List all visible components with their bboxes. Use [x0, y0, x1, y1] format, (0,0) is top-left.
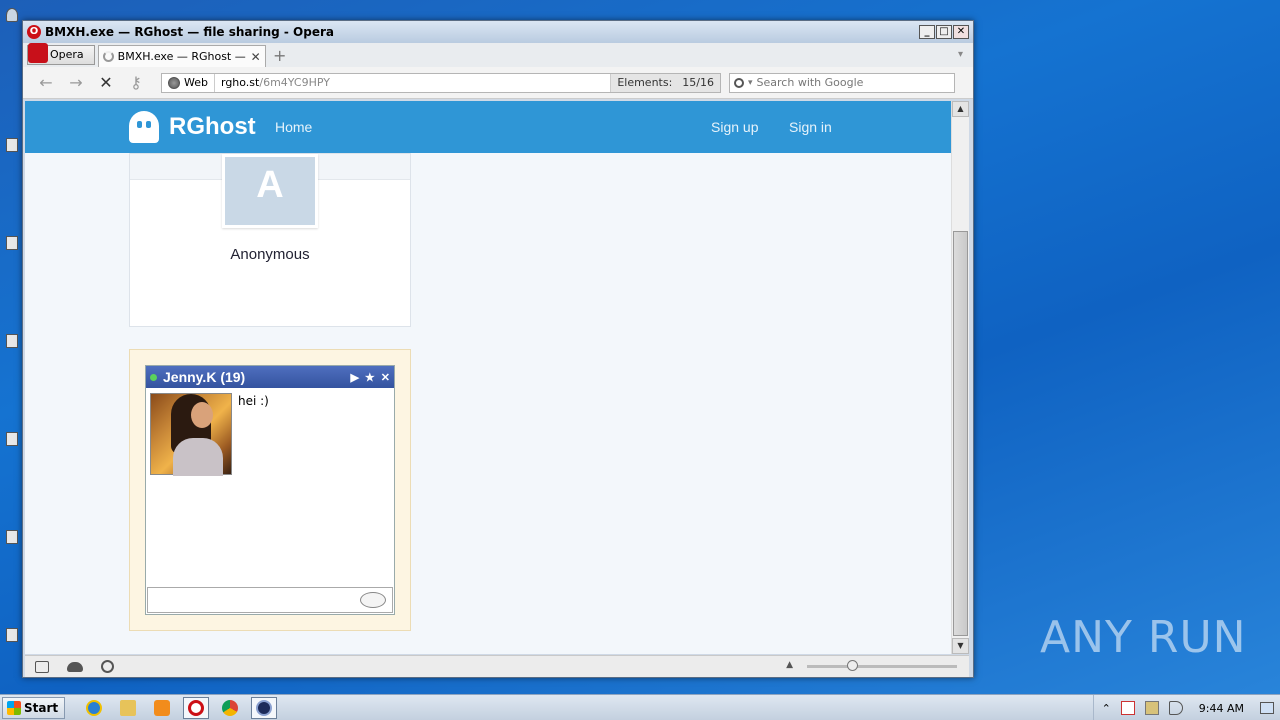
rghost-logo[interactable]: RGhost — [129, 111, 256, 143]
new-tab-button[interactable]: + — [270, 47, 290, 67]
tab-label: BMXH.exe — RGhost — f... — [117, 50, 247, 63]
chat-title: Jenny.K (19) — [163, 369, 246, 385]
close-icon[interactable]: ✕ — [381, 371, 390, 384]
scroll-thumb[interactable] — [953, 231, 968, 636]
elements-label: Elements: — [617, 76, 673, 89]
tab-menu-icon[interactable]: ▾ — [958, 49, 963, 60]
start-button[interactable]: Start — [2, 696, 66, 719]
zoom-slider-knob[interactable] — [847, 660, 858, 671]
taskbar-opera-icon[interactable] — [183, 696, 210, 719]
windows-flag-icon — [7, 700, 21, 715]
browser-window: O BMXH.exe — RGhost — file sharing - Ope… — [22, 20, 974, 678]
taskbar-app-icon[interactable] — [251, 696, 278, 719]
title-bar[interactable]: O BMXH.exe — RGhost — file sharing - Ope… — [23, 21, 973, 43]
opera-unite-cloud-icon[interactable] — [67, 661, 83, 672]
tray-network-icon[interactable] — [1144, 701, 1159, 715]
scroll-down-button[interactable]: ▼ — [952, 638, 969, 654]
uploader-name: Anonymous — [230, 246, 310, 263]
clock[interactable]: 9:44 AM — [1199, 702, 1244, 715]
photo-body — [173, 438, 223, 476]
url-text[interactable]: rgho.st/6m4YC9HPY — [215, 76, 610, 89]
taskbar-media-player-icon[interactable] — [149, 697, 175, 719]
address-bar[interactable]: Web rgho.st/6m4YC9HPY Elements: 15/16 — [161, 72, 721, 93]
opera-logo-icon: O — [27, 25, 41, 39]
opera-menu-label: Opera — [50, 48, 84, 61]
desktop-icon[interactable] — [6, 530, 22, 544]
search-icon — [734, 77, 744, 88]
uploader-card: A Anonymous — [129, 153, 411, 327]
back-button[interactable]: ← — [31, 73, 61, 92]
desktop-icon[interactable] — [6, 138, 22, 152]
zoom-menu-icon[interactable]: ▲ — [786, 660, 793, 670]
online-status-icon — [150, 373, 157, 381]
star-icon[interactable]: ★ — [365, 371, 375, 384]
taskbar-ie-icon[interactable] — [81, 697, 107, 719]
opera-badge-icon — [28, 43, 48, 63]
key-icon[interactable]: ⚷ — [121, 73, 151, 92]
logo-text: RGhost — [169, 113, 256, 140]
chat-message: hei :) — [238, 394, 269, 408]
panel-toggle-icon[interactable] — [35, 660, 49, 673]
navigation-toolbar: ← → ✕ ⚷ Web rgho.st/6m4YC9HPY Elements: … — [23, 67, 973, 99]
tab-close-icon[interactable]: ✕ — [251, 50, 261, 64]
window-title: BMXH.exe — RGhost — file sharing - Opera — [45, 25, 334, 39]
url-host: rgho.st — [220, 76, 260, 89]
elements-counter: Elements: 15/16 — [610, 73, 720, 92]
chat-widget[interactable]: Jenny.K (19) ▶ ★ ✕ hei :) — [145, 365, 395, 615]
site-info-button[interactable]: Web — [162, 73, 215, 92]
tab-active[interactable]: BMXH.exe — RGhost — f... ✕ — [97, 45, 266, 67]
search-placeholder: Search with Google — [756, 76, 864, 89]
chat-input[interactable] — [147, 587, 393, 613]
url-path: /6m4YC9HPY — [259, 76, 330, 89]
ghost-icon — [129, 111, 159, 143]
anyrun-watermark: ANY RUN — [1040, 612, 1247, 663]
chat-header[interactable]: Jenny.K (19) ▶ ★ ✕ — [146, 366, 394, 388]
desktop-icon[interactable] — [6, 628, 22, 642]
show-desktop-button[interactable] — [1260, 702, 1274, 714]
avatar: A — [222, 154, 318, 228]
scroll-up-button[interactable]: ▲ — [952, 101, 969, 117]
close-button[interactable]: ✕ — [953, 25, 969, 39]
taskbar-explorer-icon[interactable] — [115, 697, 141, 719]
desktop-icon[interactable] — [6, 334, 22, 348]
search-bar[interactable]: ▾ Search with Google — [729, 72, 955, 93]
turbo-gauge-icon[interactable] — [101, 660, 114, 673]
watermark-text: ANY RUN — [1040, 612, 1247, 663]
tab-bar: Opera BMXH.exe — RGhost — f... ✕ + ▾ — [23, 43, 973, 67]
profile-photo[interactable] — [150, 393, 232, 476]
status-bar: ▲ — [25, 655, 969, 677]
nav-signin-link[interactable]: Sign in — [789, 119, 832, 135]
scheme-label: Web — [184, 76, 208, 89]
taskbar: Start ⌃ 9:44 AM — [0, 694, 1280, 720]
ad-container: Jenny.K (19) ▶ ★ ✕ hei :) — [129, 349, 411, 631]
tray-security-icon[interactable] — [1120, 701, 1135, 715]
minimize-button[interactable]: _ — [919, 25, 935, 39]
opera-menu-button[interactable]: Opera — [27, 43, 95, 65]
tray-volume-icon[interactable] — [1168, 701, 1183, 715]
search-engine-caret[interactable]: ▾ — [748, 78, 753, 88]
tray-expand-icon[interactable]: ⌃ — [1102, 702, 1111, 715]
photo-face — [191, 402, 213, 428]
system-tray: ⌃ 9:44 AM — [1092, 695, 1280, 720]
elements-count: 15/16 — [682, 76, 714, 89]
zoom-slider[interactable] — [807, 660, 957, 671]
stop-button[interactable]: ✕ — [91, 73, 121, 92]
site-header: RGhost Home Sign up Sign in — [25, 101, 951, 153]
taskbar-chrome-icon[interactable] — [217, 697, 243, 719]
nav-signup-link[interactable]: Sign up — [711, 119, 758, 135]
desktop-icon[interactable] — [6, 236, 22, 250]
start-label: Start — [24, 700, 59, 715]
loading-spinner-icon — [102, 51, 114, 62]
desktop-icon[interactable] — [6, 432, 22, 446]
desktop-icon-recycle-bin[interactable] — [6, 8, 22, 22]
forward-button[interactable]: → — [61, 73, 91, 92]
nav-home-link[interactable]: Home — [275, 119, 312, 135]
vertical-scrollbar[interactable]: ▲ ▼ — [951, 101, 969, 654]
page-viewport: RGhost Home Sign up Sign in A Anonymous … — [25, 101, 951, 654]
maximize-button[interactable]: □ — [936, 25, 952, 39]
speech-bubble-icon[interactable] — [360, 592, 386, 608]
globe-icon — [168, 76, 180, 89]
video-camera-icon[interactable]: ▶ — [350, 371, 358, 384]
